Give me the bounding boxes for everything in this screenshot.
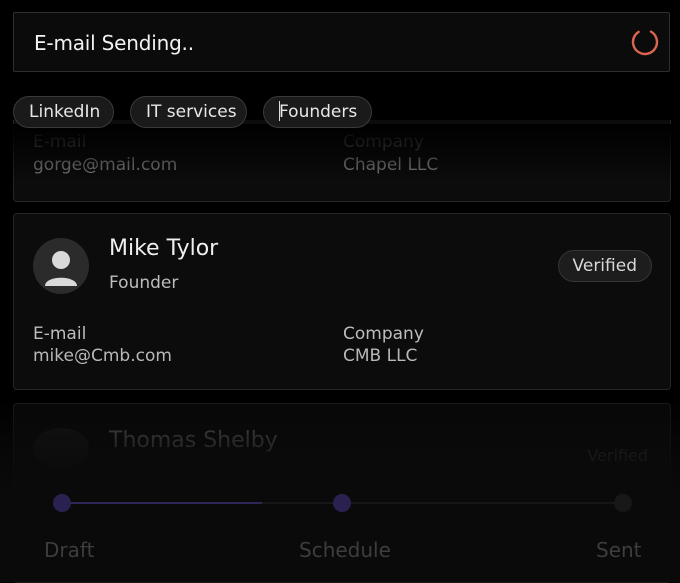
- company-value: Chapel LLC: [343, 155, 439, 175]
- email-value: gorge@mail.com: [33, 155, 178, 175]
- step-label-sent: Sent: [596, 538, 642, 562]
- step-dot-schedule[interactable]: [333, 494, 351, 512]
- progress-stepper: Draft Schedule Sent: [0, 480, 680, 570]
- progress-line-remaining: [262, 502, 622, 504]
- chip-founders-label: Founders: [279, 102, 358, 122]
- company-value: CMB LLC: [343, 346, 418, 366]
- step-dot-draft[interactable]: [53, 494, 71, 512]
- loading-spinner-icon: [631, 28, 659, 56]
- verified-badge: Verified: [587, 446, 648, 465]
- contact-name: Thomas Shelby: [109, 428, 278, 453]
- company-label: Company: [343, 324, 424, 344]
- step-label-schedule: Schedule: [299, 538, 391, 562]
- email-label: E-mail: [33, 324, 87, 344]
- email-value: mike@Cmb.com: [33, 346, 172, 366]
- chip-linkedin[interactable]: LinkedIn: [13, 96, 114, 128]
- status-bar: E-mail Sending..: [13, 12, 670, 72]
- step-dot-sent[interactable]: [614, 494, 632, 512]
- contact-role: Founder: [109, 273, 179, 293]
- email-label: E-mail: [33, 132, 87, 152]
- progress-line-done: [62, 502, 262, 504]
- chip-founders[interactable]: Founders: [263, 96, 372, 128]
- status-text: E-mail Sending..: [34, 31, 194, 55]
- user-avatar-icon: [33, 428, 89, 468]
- contact-card[interactable]: Mike Tylor Founder Verified E-mail mike@…: [13, 213, 671, 390]
- verified-badge: Verified: [557, 250, 652, 282]
- user-avatar-icon: [33, 238, 89, 294]
- step-label-draft: Draft: [44, 538, 95, 562]
- company-label: Company: [343, 132, 424, 152]
- contact-card[interactable]: E-mail gorge@mail.com Company Chapel LLC: [13, 120, 671, 202]
- chip-it-services[interactable]: IT services: [130, 96, 247, 128]
- contact-name: Mike Tylor: [109, 236, 219, 261]
